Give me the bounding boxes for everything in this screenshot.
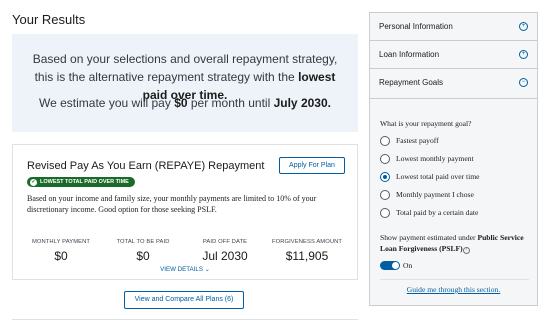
metric-label: PAID OFF DATE (202, 239, 248, 245)
radio-button[interactable] (380, 154, 390, 164)
compare-plans-button[interactable]: View and Compare All Plans (6) (124, 291, 244, 309)
estimate-date: July 2030. (273, 96, 331, 110)
option-label: Fastest payoff (396, 136, 439, 145)
summary-panel: Based on your selections and overall rep… (12, 34, 358, 132)
settings-sidebar: Personal Information + Loan Information … (369, 12, 538, 306)
metric-label: MONTHLY PAYMENT (31, 239, 91, 245)
check-icon: ✓ (30, 179, 37, 186)
divider (380, 279, 529, 280)
metric-value: $0 (136, 249, 150, 263)
metric-monthly-payment: MONTHLY PAYMENT $0 (21, 239, 101, 263)
accordion-label: Personal Information (379, 22, 453, 31)
radio-button[interactable] (380, 208, 390, 218)
metric-label: FORGIVENESS AMOUNT (271, 239, 343, 245)
chevron-down-icon: ⌄ (204, 266, 210, 273)
metric-label: TOTAL TO BE PAID (116, 239, 170, 245)
page-title: Your Results (12, 12, 86, 27)
pslf-toggle[interactable] (380, 261, 400, 270)
toggle-knob (392, 262, 399, 269)
help-icon[interactable]: ? (462, 247, 470, 254)
plan-card: Revised Pay As You Earn (REPAYE) Repayme… (12, 144, 358, 280)
metric-total-paid: TOTAL TO BE PAID $0 (103, 239, 183, 263)
metric-value: $0 (54, 249, 68, 263)
view-details-link[interactable]: VIEW DETAILS ⌄ (13, 266, 357, 273)
metric-value: $11,905 (285, 249, 329, 263)
lowest-total-badge: ✓ LOWEST TOTAL PAID OVER TIME (27, 177, 135, 187)
minus-circle-icon: − (519, 78, 528, 87)
radio-button[interactable] (380, 190, 390, 200)
summary-text: Based on your selections and overall rep… (32, 52, 338, 84)
plus-circle-icon: + (519, 50, 528, 59)
plus-circle-icon: + (519, 22, 528, 31)
plan-title: Revised Pay As You Earn (REPAYE) Repayme… (27, 160, 265, 172)
pslf-label: Show payment estimated under Public Serv… (380, 232, 532, 254)
divider (12, 319, 358, 320)
option-label: Lowest total paid over time (396, 172, 480, 181)
radio-button-selected[interactable] (380, 172, 390, 182)
toggle-label: On (403, 261, 413, 270)
apply-for-plan-button[interactable]: Apply For Plan (279, 157, 345, 174)
accordion-repayment-goals[interactable]: Repayment Goals − (370, 69, 537, 99)
estimate-mid: per month until (187, 96, 274, 110)
summary-line-2: We estimate you will pay $0 per month un… (12, 96, 358, 110)
option-label: Total paid by a certain date (396, 208, 479, 217)
metric-forgiveness: FORGIVENESS AMOUNT $11,905 (267, 239, 347, 263)
accordion-loan-information[interactable]: Loan Information + (370, 41, 537, 69)
repayment-goal-question: What is your repayment goal? (380, 119, 472, 128)
pslf-text: Show payment estimated under (380, 233, 478, 242)
accordion-label: Repayment Goals (379, 78, 444, 87)
radio-button[interactable] (380, 136, 390, 146)
metric-value: Jul 2030 (202, 249, 248, 263)
accordion-label: Loan Information (379, 50, 440, 59)
accordion-personal-information[interactable]: Personal Information + (370, 13, 537, 41)
option-label: Lowest monthly payment (396, 154, 474, 163)
plan-description: Based on your income and family size, yo… (27, 194, 317, 214)
estimate-text: We estimate you will pay (39, 96, 175, 110)
metric-paid-off-date: PAID OFF DATE Jul 2030 (185, 239, 265, 263)
badge-label: LOWEST TOTAL PAID OVER TIME (40, 179, 129, 185)
view-details-label: VIEW DETAILS (160, 266, 203, 273)
option-label: Monthly payment I chose (396, 190, 474, 199)
guide-link[interactable]: Guide me through this section. (370, 285, 537, 294)
estimate-amount: $0 (174, 96, 188, 110)
